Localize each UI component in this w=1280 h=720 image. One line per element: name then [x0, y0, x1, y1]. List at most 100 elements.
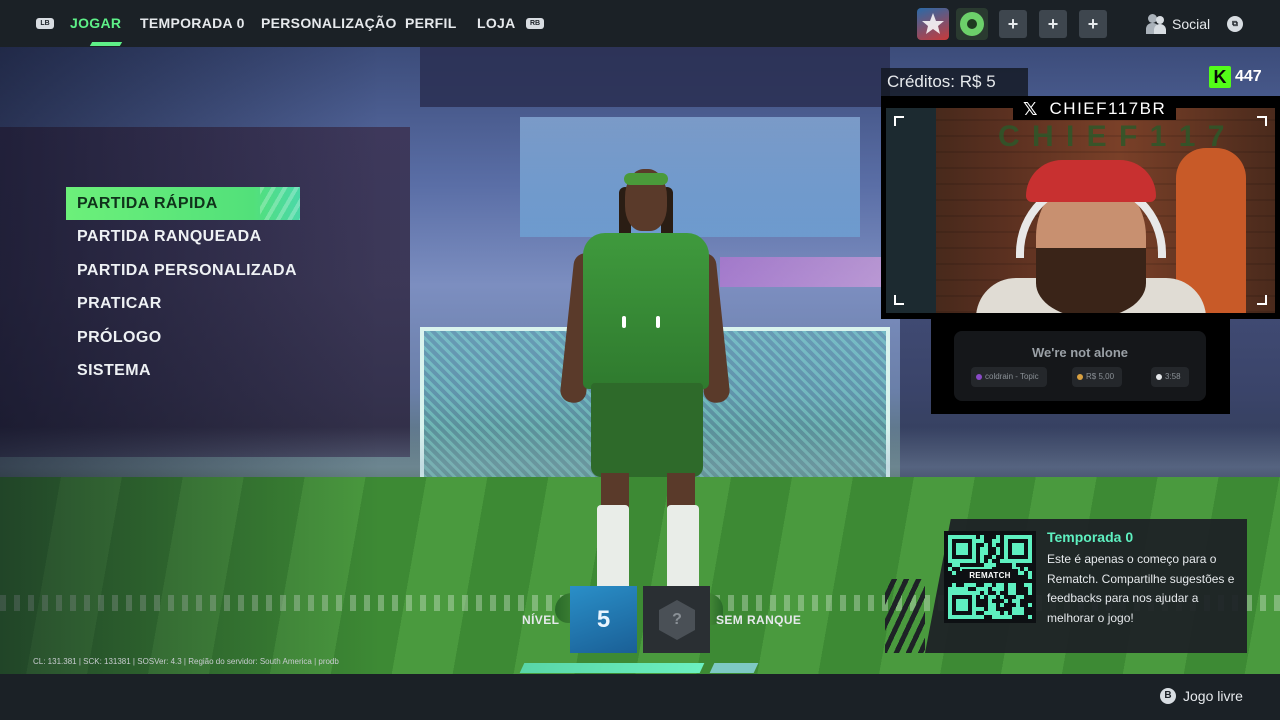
player-character: [555, 169, 731, 639]
qr-cell: [992, 563, 996, 567]
channel-name-tag: 𝕏 CHIEF117BR: [1013, 98, 1177, 120]
view-button-icon[interactable]: ⧉: [1227, 16, 1243, 32]
kick-logo-icon: K: [1209, 66, 1231, 88]
squad-member-avatar-1[interactable]: [917, 8, 949, 40]
timer-icon: [1156, 374, 1162, 380]
x-logo-icon: 𝕏: [1023, 98, 1038, 119]
player-jersey: [583, 233, 709, 389]
tab-loja[interactable]: LOJA: [477, 15, 516, 31]
qr-cell: [964, 607, 968, 611]
add-squad-member-button-2[interactable]: +: [1039, 10, 1067, 38]
player-sock: [597, 505, 629, 595]
streamer-webcam: C H I E F 1 1 7 𝕏 CHIEF117BR: [881, 96, 1280, 319]
rank-badge: ?: [643, 586, 710, 653]
menu-item-partida-personalizada[interactable]: PARTIDA PERSONALIZADA: [66, 254, 306, 287]
frame-corner: [1257, 295, 1267, 305]
qr-cell: [996, 551, 1000, 555]
build-info: CL: 131.381 | SCK: 131381 | SOSVer: 4.3 …: [33, 657, 339, 666]
display-cabinet: [886, 108, 936, 313]
song-price-chip: R$ 5,00: [1072, 367, 1123, 387]
top-navigation-bar: LB JOGAR TEMPORADA 0 PERSONALIZAÇÃO PERF…: [0, 0, 1280, 47]
jersey-mark: [656, 316, 660, 328]
player-headband: [624, 173, 668, 185]
stadium-roof: [420, 47, 890, 107]
menu-item-partida-ranqueada[interactable]: PARTIDA RANQUEADA: [66, 220, 306, 253]
frame-corner: [894, 116, 904, 126]
qr-cell: [992, 595, 996, 599]
tab-personalizacao[interactable]: PERSONALIZAÇÃO: [261, 15, 397, 31]
qr-cell: [964, 551, 968, 555]
qr-cell: [952, 571, 956, 575]
qr-cell: [1004, 599, 1008, 603]
level-badge: 5: [570, 586, 637, 653]
menu-item-prologo[interactable]: PRÓLOGO: [66, 321, 306, 354]
qr-cell: [1020, 571, 1024, 575]
rematch-logo: REMATCH: [962, 569, 1018, 583]
now-playing-widget: We're not alone coldrain - Topic R$ 5,00…: [931, 319, 1230, 414]
song-artist-chip: coldrain - Topic: [971, 367, 1047, 387]
player-sock: [667, 505, 699, 595]
season-info-card: REMATCH Temporada 0 Este é apenas o come…: [885, 519, 1247, 653]
tab-temporada[interactable]: TEMPORADA 0: [140, 15, 245, 31]
qr-cell: [1000, 603, 1004, 607]
season-title: Temporada 0: [1047, 529, 1134, 545]
player-leg: [601, 473, 629, 507]
social-label: Social: [1172, 16, 1211, 32]
viewer-count: 447: [1235, 68, 1262, 85]
play-menu: PARTIDA RÁPIDA PARTIDA RANQUEADA PARTIDA…: [66, 187, 306, 387]
unranked-icon: ?: [659, 600, 695, 640]
tab-jogar[interactable]: JOGAR: [70, 15, 121, 31]
qr-cell: [1020, 551, 1024, 555]
player-shorts: [591, 383, 703, 477]
menu-item-partida-rapida[interactable]: PARTIDA RÁPIDA: [66, 187, 300, 221]
webcam-feed: C H I E F 1 1 7: [886, 108, 1275, 313]
card-stripes: [885, 579, 925, 653]
kick-viewer-count: K 447: [1209, 66, 1262, 88]
billboard-glow: [720, 257, 900, 287]
season-description: Este é apenas o começo para o Rematch. C…: [1047, 552, 1235, 625]
song-artist: coldrain - Topic: [985, 372, 1039, 381]
stream-credits: Créditos: R$ 5: [881, 68, 1028, 96]
qr-cell: [992, 555, 996, 559]
qr-cell: [1008, 615, 1012, 619]
qr-cell: [980, 595, 984, 599]
tab-perfil[interactable]: PERFIL: [405, 15, 457, 31]
red-cap: [1026, 160, 1156, 202]
wall-sign: C H I E F 1 1 7: [998, 120, 1227, 153]
song-card: We're not alone coldrain - Topic R$ 5,00…: [954, 331, 1206, 401]
social-button[interactable]: Social: [1146, 14, 1210, 34]
free-play-button[interactable]: B Jogo livre: [1160, 688, 1243, 704]
rb-button-hint[interactable]: RB: [526, 18, 544, 29]
free-play-label: Jogo livre: [1183, 688, 1243, 704]
frame-corner: [1257, 116, 1267, 126]
badge-icon: [922, 13, 944, 34]
squad-member-avatar-2[interactable]: [956, 8, 988, 40]
add-squad-member-button-3[interactable]: +: [1079, 10, 1107, 38]
feedback-qr-code[interactable]: REMATCH: [944, 531, 1036, 623]
lb-button-hint[interactable]: LB: [36, 18, 54, 29]
qr-cell: [972, 559, 976, 563]
player-leg: [667, 473, 695, 507]
qr-cell: [980, 615, 984, 619]
active-tab-indicator: [89, 42, 123, 46]
qr-cell: [1000, 587, 1004, 591]
menu-item-praticar[interactable]: PRATICAR: [66, 287, 306, 320]
song-duration-chip: 3:58: [1151, 367, 1189, 387]
money-bag-icon: [1077, 374, 1083, 380]
qr-cell: [1020, 595, 1024, 599]
xp-progress-bar: [519, 663, 705, 673]
music-icon: [976, 374, 982, 380]
qr-cell: [1028, 603, 1032, 607]
friends-icon: [1146, 14, 1168, 34]
level-label: NÍVEL: [522, 613, 560, 627]
qr-cell: [1020, 611, 1024, 615]
qr-cell: [996, 539, 1000, 543]
song-price: R$ 5,00: [1086, 372, 1115, 381]
rank-label: SEM RANQUE: [716, 613, 802, 627]
menu-item-sistema[interactable]: SISTEMA: [66, 354, 306, 387]
jersey-mark: [622, 316, 626, 328]
channel-name: CHIEF117BR: [1049, 99, 1167, 118]
xp-progress-bar-segment: [709, 663, 759, 673]
add-squad-member-button-1[interactable]: +: [999, 10, 1027, 38]
qr-cell: [1028, 575, 1032, 579]
